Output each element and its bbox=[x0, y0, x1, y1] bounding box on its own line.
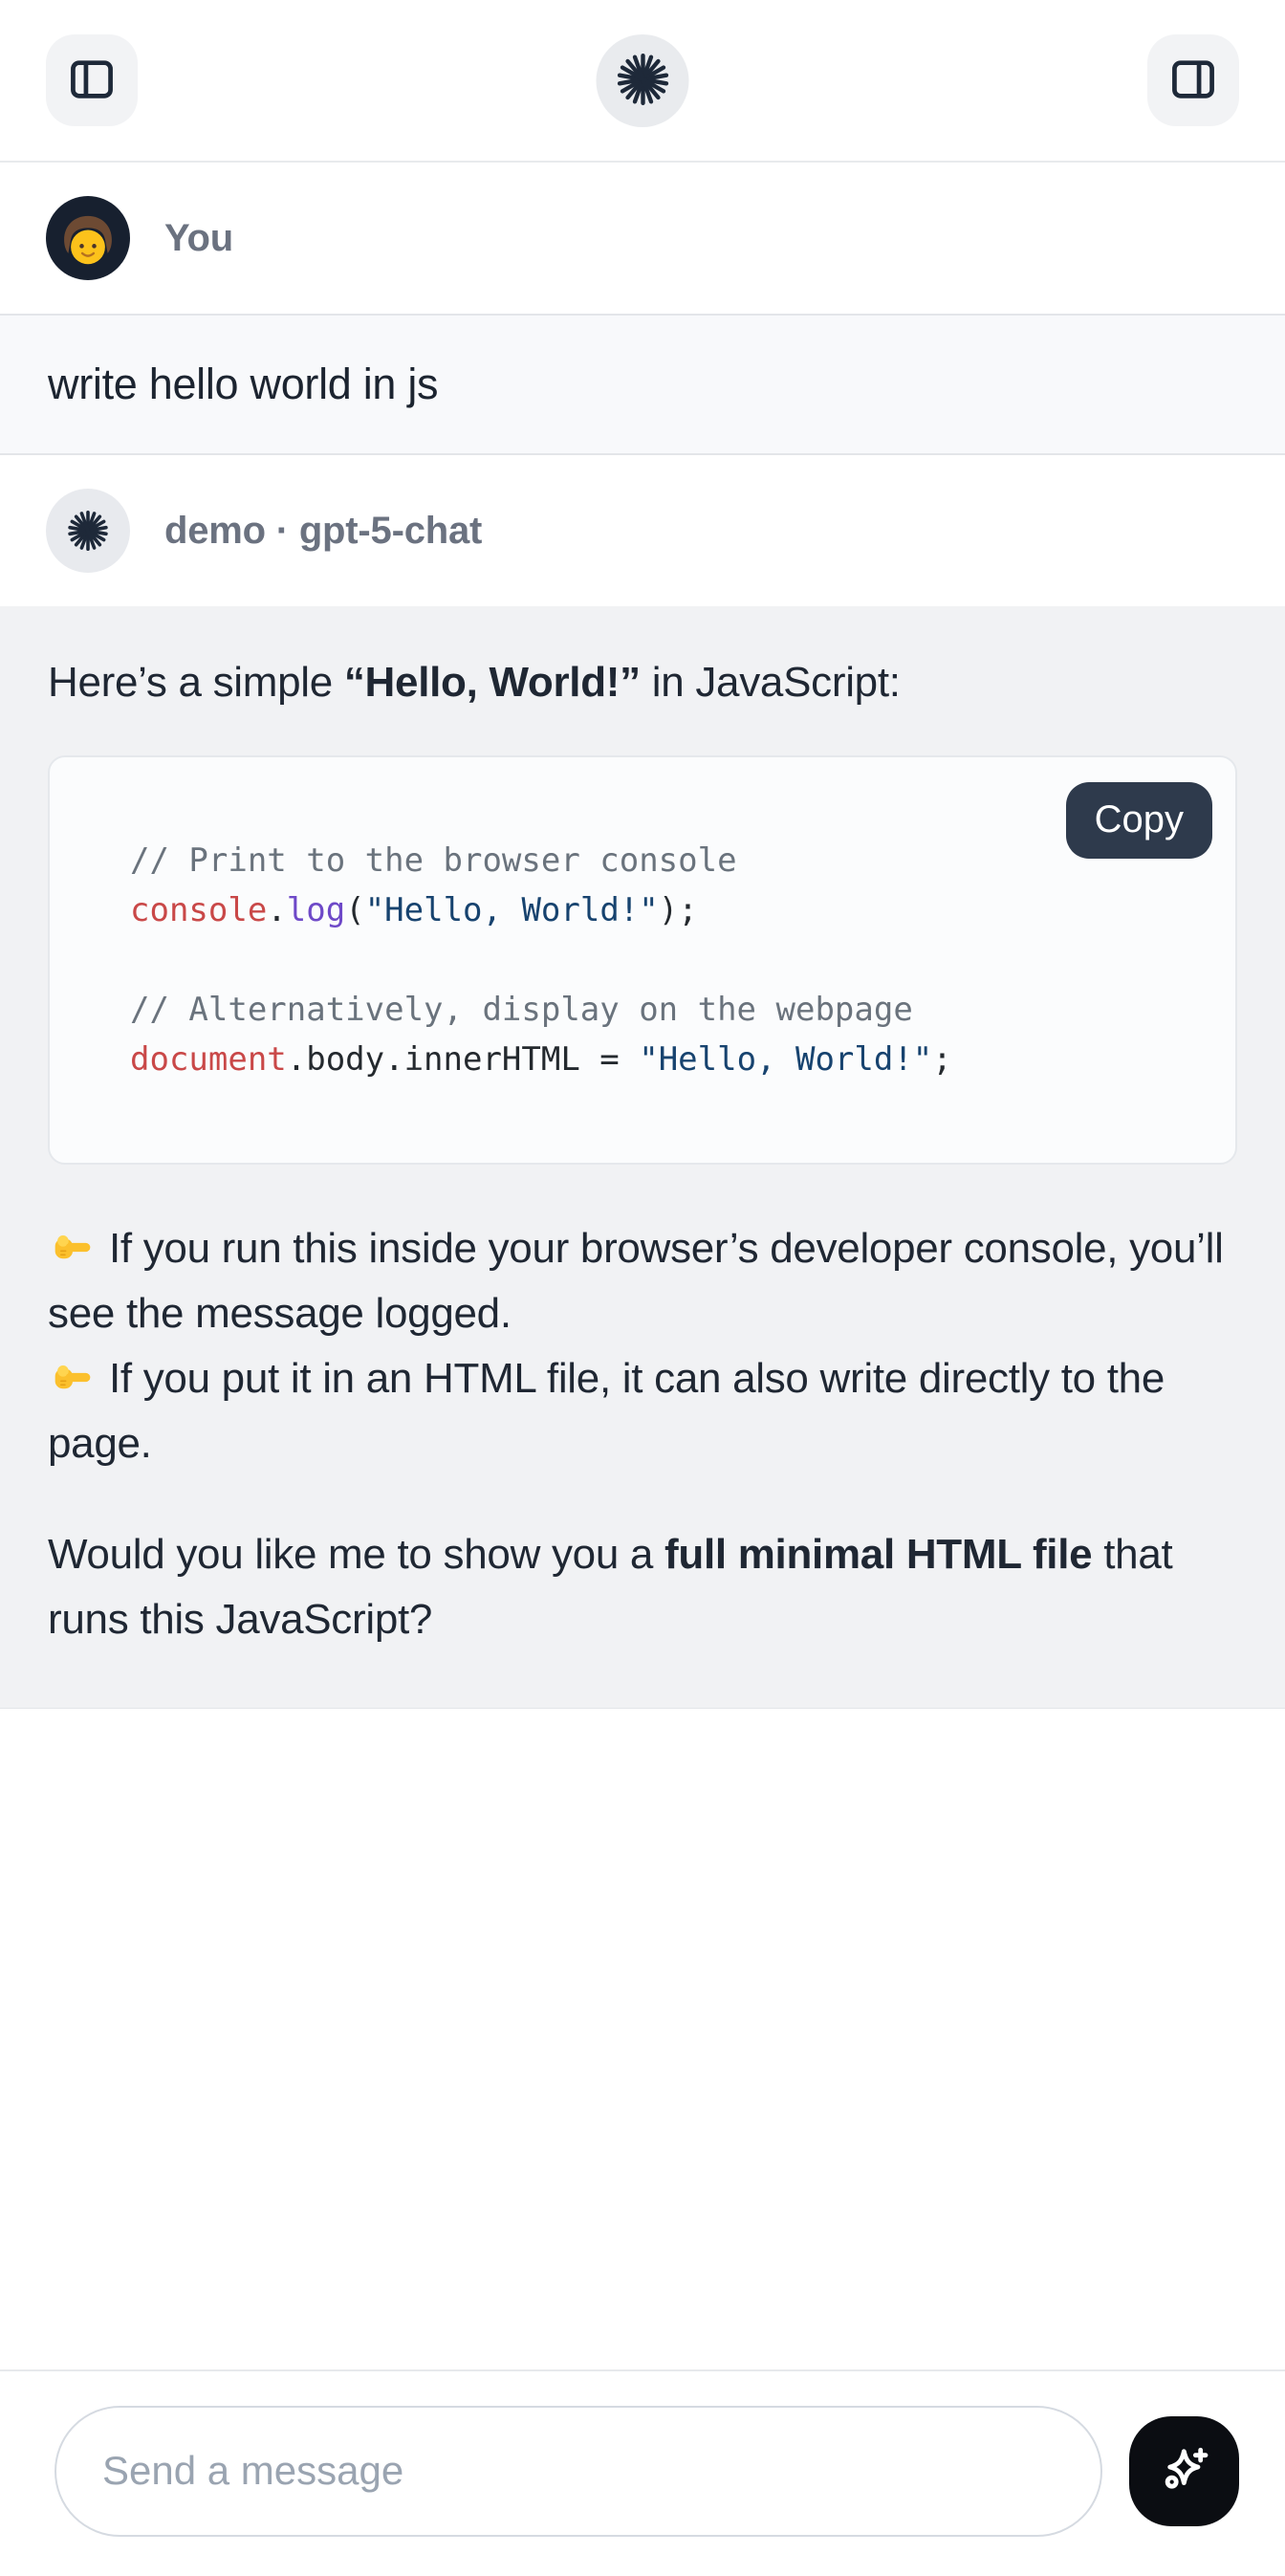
pointing-right-emoji bbox=[48, 1356, 98, 1398]
assistant-speaker-name: demo · gpt-5-chat bbox=[164, 510, 482, 553]
pointing-right-emoji bbox=[48, 1226, 98, 1268]
assistant-question-paragraph: Would you like me to show you a full min… bbox=[48, 1522, 1237, 1652]
model-avatar-button[interactable] bbox=[597, 34, 689, 127]
user-speaker-name: You bbox=[164, 217, 233, 260]
empty-scroll-space bbox=[0, 1709, 1285, 2369]
user-turn-header: You bbox=[0, 163, 1285, 314]
assistant-turn-header: demo · gpt-5-chat bbox=[0, 455, 1285, 606]
chat-thread: You write hello world in js dem bbox=[0, 163, 1285, 2369]
assistant-avatar bbox=[46, 489, 130, 573]
user-avatar bbox=[46, 196, 130, 280]
panel-left-icon bbox=[66, 54, 118, 108]
starburst-icon bbox=[65, 508, 111, 554]
starburst-icon bbox=[613, 50, 672, 112]
send-button[interactable] bbox=[1129, 2416, 1239, 2526]
assistant-intro-paragraph: Here’s a simple “Hello, World!” in JavaS… bbox=[48, 650, 1237, 715]
sparkle-plus-icon bbox=[1154, 2439, 1215, 2503]
user-message: write hello world in js bbox=[0, 314, 1285, 455]
code-block: Copy // Print to the browser consolecons… bbox=[48, 755, 1237, 1165]
composer-bar bbox=[0, 2369, 1285, 2576]
code-content: // Print to the browser consoleconsole.l… bbox=[50, 757, 1235, 1163]
panel-right-icon bbox=[1167, 54, 1219, 108]
message-input[interactable] bbox=[54, 2406, 1102, 2537]
user-message-text: write hello world in js bbox=[48, 360, 438, 408]
assistant-message: Here’s a simple “Hello, World!” in JavaS… bbox=[0, 606, 1285, 1709]
copy-button[interactable]: Copy bbox=[1066, 782, 1212, 859]
sidebar-toggle-button[interactable] bbox=[46, 34, 138, 126]
top-bar bbox=[0, 0, 1285, 163]
right-panel-toggle-button[interactable] bbox=[1147, 34, 1239, 126]
person-emoji-icon bbox=[51, 205, 125, 279]
assistant-notes-paragraph: If you run this inside your browser’s de… bbox=[48, 1216, 1237, 1476]
